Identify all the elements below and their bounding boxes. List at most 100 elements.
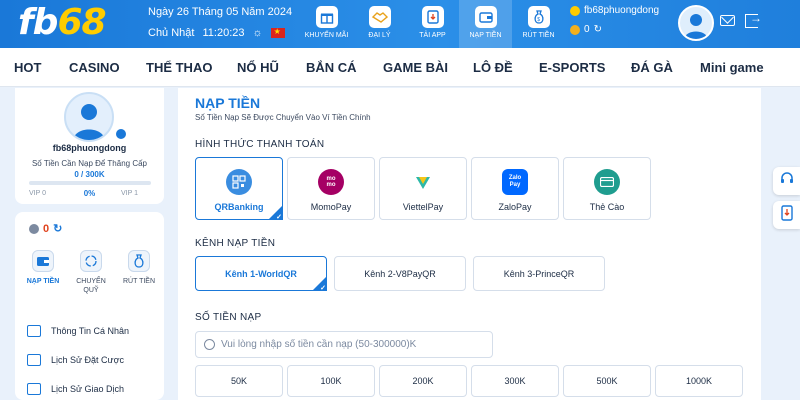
edit-avatar-icon[interactable] xyxy=(115,128,127,140)
nav-lo-de[interactable]: LÔ ĐỀ xyxy=(473,60,513,75)
nav-the-thao[interactable]: THỂ THAO xyxy=(146,60,212,75)
header-username-row[interactable]: fb68phuongdong xyxy=(570,5,659,16)
upgrade-progress-bar xyxy=(29,181,151,185)
upgrade-note: Số Tiền Cần Nạp Để Thăng Cấp xyxy=(31,159,148,168)
refresh-icon[interactable]: ↻ xyxy=(53,222,62,235)
wallet-withdraw-button[interactable]: RÚT TIỀN xyxy=(117,250,161,295)
nav-game-bai[interactable]: GAME BÀI xyxy=(383,60,448,75)
nav-no-hu[interactable]: NỔ HŨ xyxy=(237,60,279,75)
quick-amounts: 50K 100K 200K 300K 500K 1000K xyxy=(195,365,743,397)
channel-3-princeqr[interactable]: Kênh 3-PrinceQR xyxy=(473,256,605,291)
profile-username: fb68phuongdong xyxy=(52,143,127,153)
amount-300k-button[interactable]: 300K xyxy=(471,365,559,397)
wallet-icon xyxy=(32,250,54,272)
nav-da-ga[interactable]: ĐÁ GÀ xyxy=(631,60,673,75)
weekday: Chủ Nhật xyxy=(148,27,195,39)
method-zalopay[interactable]: Zalo Pay ZaloPay xyxy=(471,157,559,220)
amount-100k-button[interactable]: 100K xyxy=(287,365,375,397)
menu-label: Thông Tin Cá Nhân xyxy=(51,325,130,336)
topnav-withdraw[interactable]: $ RÚT TIỀN xyxy=(512,0,565,48)
mail-icon[interactable] xyxy=(720,15,735,26)
card-icon xyxy=(594,169,620,195)
wallet-card: 0 ↻ NẠP TIỀN CHUYỂN QUỸ RÚT TIỀN Thông T… xyxy=(15,212,164,400)
topnav-promotions[interactable]: KHUYẾN MÃI xyxy=(300,0,353,48)
method-label: Thẻ Cào xyxy=(589,202,625,212)
document-icon xyxy=(27,353,41,366)
nav-ban-ca[interactable]: BẮN CÁ xyxy=(306,60,357,75)
payment-methods: QRBanking momo MomoPay ViettelPay ZaloPa… xyxy=(195,157,651,220)
user-info: fb68phuongdong 0 ↻ xyxy=(570,5,659,35)
channel-1-worldqr[interactable]: Kênh 1-WorldQR xyxy=(195,256,327,291)
wallet-action-label: RÚT TIỀN xyxy=(122,278,156,285)
clock-time: 11:20:23 xyxy=(202,27,245,39)
gift-icon xyxy=(315,6,338,28)
headset-icon xyxy=(779,171,795,192)
menu-label: Lịch Sử Đặt Cược xyxy=(51,354,124,365)
download-app-icon xyxy=(421,6,444,28)
topnav-deposit[interactable]: NẠP TIỀN xyxy=(459,0,512,48)
sun-icon: ☼ xyxy=(252,27,263,39)
refresh-icon[interactable]: ↻ xyxy=(594,24,602,35)
top-bar: fb68 Ngày 26 Tháng 05 Năm 2024 Chủ Nhật … xyxy=(0,0,800,48)
amount-500k-button[interactable]: 500K xyxy=(563,365,651,397)
amount-input[interactable] xyxy=(221,339,481,350)
method-label: MomoPay xyxy=(310,202,352,212)
wallet-balance: 0 xyxy=(43,222,50,235)
method-qrbanking[interactable]: QRBanking xyxy=(195,157,283,220)
menu-transaction-history[interactable]: Lịch Sử Giao Dịch xyxy=(27,374,129,400)
logo-text-68: 68 xyxy=(57,2,106,43)
amount-field[interactable] xyxy=(195,331,493,358)
selected-check-icon xyxy=(268,205,283,220)
menu-bet-history[interactable]: Lịch Sử Đặt Cược xyxy=(27,345,129,374)
menu-personal-info[interactable]: Thông Tin Cá Nhân xyxy=(27,316,129,345)
topnav-label: RÚT TIỀN xyxy=(522,32,555,39)
channel-label: Kênh 3-PrinceQR xyxy=(503,268,575,279)
topnav-download-app[interactable]: TẢI APP xyxy=(406,0,459,48)
method-the-cao[interactable]: Thẻ Cào xyxy=(563,157,651,220)
wallet-action-label: CHUYỂN QUỸ xyxy=(76,278,106,294)
topnav-label: TẢI APP xyxy=(419,32,446,39)
method-label: QRBanking xyxy=(214,202,264,212)
nav-mini-game[interactable]: Mini game xyxy=(700,60,764,75)
wallet-deposit-button[interactable]: NẠP TIỀN xyxy=(21,250,65,295)
method-momopay[interactable]: mo mo MomoPay xyxy=(287,157,375,220)
topnav-agency[interactable]: ĐẠI LÝ xyxy=(353,0,406,48)
qr-code-icon xyxy=(226,169,252,195)
handshake-icon xyxy=(368,6,391,28)
logout-icon[interactable] xyxy=(745,11,762,28)
nav-e-sports[interactable]: E-SPORTS xyxy=(539,60,605,75)
nav-hot[interactable]: HOT xyxy=(14,60,41,75)
money-bag-icon: $ xyxy=(527,6,550,28)
current-time-row: Chủ Nhật 11:20:23 ☼ xyxy=(148,27,285,39)
method-label: ZaloPay xyxy=(498,202,532,212)
topnav-label: ĐẠI LÝ xyxy=(368,32,391,39)
method-viettelpay[interactable]: ViettelPay xyxy=(379,157,467,220)
zalopay-logo-icon: Zalo Pay xyxy=(502,169,528,195)
amount-200k-button[interactable]: 200K xyxy=(379,365,467,397)
header-balance-row: 0 ↻ xyxy=(570,24,659,35)
payment-method-heading: HÌNH THỨC THANH TOÁN xyxy=(195,139,325,150)
amount-heading: SỐ TIỀN NẠP xyxy=(195,312,262,323)
momo-logo-icon: mo mo xyxy=(318,169,344,195)
page-subtitle: Số Tiền Nạp Sẽ Được Chuyển Vào Ví Tiền C… xyxy=(195,113,371,122)
vietnam-flag-icon[interactable] xyxy=(270,27,285,38)
site-logo[interactable]: fb68 xyxy=(18,1,107,45)
topnav-label: NẠP TIỀN xyxy=(469,32,502,39)
vip-badge-icon xyxy=(570,5,580,16)
wallet-transfer-button[interactable]: CHUYỂN QUỸ xyxy=(69,250,113,295)
id-card-icon xyxy=(27,324,41,337)
amount-50k-button[interactable]: 50K xyxy=(195,365,283,397)
nav-casino[interactable]: CASINO xyxy=(69,60,120,75)
upgrade-progress-text: 0 / 300K xyxy=(74,170,105,179)
header-avatar[interactable] xyxy=(678,5,714,41)
topnav-label: KHUYẾN MÃI xyxy=(304,32,349,39)
support-chat-button[interactable] xyxy=(773,167,800,195)
selected-check-icon xyxy=(312,276,327,291)
profile-avatar[interactable] xyxy=(64,92,114,142)
channel-2-v8payqr[interactable]: Kênh 2-V8PayQR xyxy=(334,256,466,291)
app-download-float-button[interactable] xyxy=(773,201,800,229)
amount-1000k-button[interactable]: 1000K xyxy=(655,365,743,397)
upgrade-percent: 0% xyxy=(83,189,96,198)
deposit-channels: Kênh 1-WorldQR Kênh 2-V8PayQR Kênh 3-Pri… xyxy=(195,256,605,291)
profile-card: fb68phuongdong Số Tiền Cần Nạp Để Thăng … xyxy=(15,88,164,204)
